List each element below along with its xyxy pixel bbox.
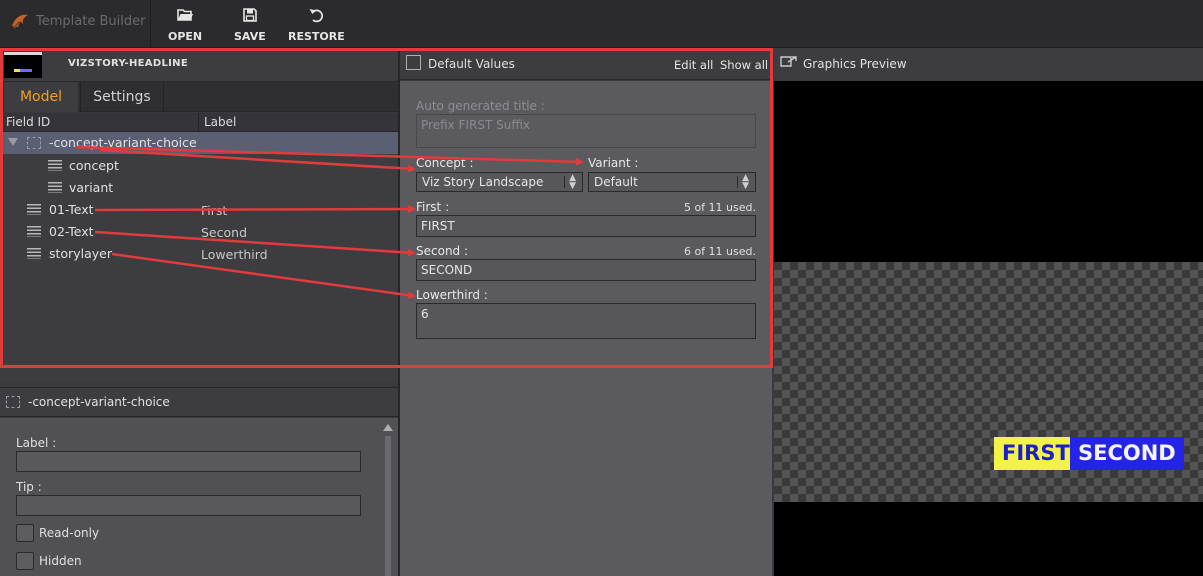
template-thumbnail [4,52,42,78]
readonly-checkbox[interactable] [16,524,34,542]
concept-select[interactable]: Viz Story Landscape ▲ ▼ [416,172,583,192]
properties-scrollbar[interactable] [383,420,393,576]
default-values-header: Default Values Edit all Show all [400,48,772,80]
tree-field-id: -concept-variant-choice [49,135,197,150]
tree-field-id: storylayer [49,246,112,261]
properties-panel: Label : Tip : Read-only Hidden [0,418,398,576]
second-char-count: 6 of 11 used. [683,245,756,258]
tab-model[interactable]: Model [4,82,78,112]
template-header: VIZSTORY-HEADLINE [0,48,398,82]
vizrt-logo-icon [12,14,28,29]
auto-title-field: Prefix FIRST Suffix [416,114,756,148]
graphics-preview-header: Graphics Preview [774,48,1203,80]
default-values-title: Default Values [428,57,515,71]
show-all-link[interactable]: Show all [720,58,768,72]
first-input[interactable]: FIRST [416,215,756,237]
form-icon [406,55,421,70]
first-label: First : [416,200,450,214]
lowerthird-label: Lowerthird : [416,288,488,302]
edit-all-link[interactable]: Edit all [674,58,713,72]
auto-title-label: Auto generated title : [416,99,545,113]
first-char-count: 5 of 11 used. [683,201,756,214]
restore-button[interactable]: RESTORE [288,6,345,43]
tree-row-concept[interactable]: concept [0,155,398,177]
text-field-icon [48,160,62,171]
label-caption: Label : [16,436,57,450]
tab-settings[interactable]: Settings [80,82,164,112]
variant-label: Variant : [588,156,639,170]
updown-arrows-icon: ▲ ▼ [742,173,749,191]
tree-field-id: 01-Text [49,202,94,217]
second-label: Second : [416,244,469,258]
save-button-label: SAVE [234,30,266,43]
properties-title: -concept-variant-choice [28,395,170,409]
top-toolbar: Template Builder OPEN SAVE RESTORE [0,0,1203,48]
properties-header: -concept-variant-choice [0,387,398,417]
tree-row-02-text[interactable]: 02-Text Second [0,221,398,243]
tree-field-label: Second [201,225,248,240]
text-field-icon [48,182,62,193]
open-button-label: OPEN [168,30,203,43]
tip-input[interactable] [16,495,361,516]
tree-column-headers: Field ID Label [0,113,398,132]
variant-select[interactable]: Default ▲ ▼ [588,172,756,192]
group-folder-icon [6,396,20,408]
select-divider [737,176,738,188]
column-field-id[interactable]: Field ID [6,115,50,129]
hidden-label: Hidden [39,554,82,568]
preview-first-text: FIRST [994,437,1078,470]
restore-button-label: RESTORE [288,30,345,43]
expand-arrow-icon[interactable] [8,138,18,146]
variant-select-value: Default [594,175,638,189]
tree-field-label: Lowerthird [201,247,268,262]
folder-open-icon [177,9,194,21]
scroll-up-icon[interactable] [383,424,393,431]
tree-row-01-text[interactable]: 01-Text First [0,199,398,221]
tree-row-concept-variant-choice[interactable]: -concept-variant-choice [0,132,398,154]
scrollbar-track[interactable] [385,436,391,576]
tip-caption: Tip : [16,480,42,494]
tree-row-storylayer[interactable]: storylayer Lowerthird [0,243,398,265]
graphics-preview-title: Graphics Preview [803,57,907,71]
updown-arrows-icon: ▲ ▼ [569,173,576,191]
field-tree: -concept-variant-choice concept variant … [0,132,398,382]
text-field-icon [27,226,41,237]
label-input[interactable] [16,451,361,472]
text-field-icon [27,204,41,215]
toolbar-divider [150,0,151,48]
save-disk-icon [243,8,257,22]
preview-second-text: SECOND [1070,437,1184,470]
open-button[interactable]: OPEN [168,6,202,43]
concept-select-value: Viz Story Landscape [422,175,544,189]
save-button[interactable]: SAVE [234,6,266,43]
column-divider[interactable] [198,113,199,132]
tree-field-id: concept [69,158,119,173]
concept-label: Concept : [416,156,474,170]
tree-field-id: variant [69,180,114,195]
graphics-preview-canvas[interactable]: FIRST SECOND [774,81,1203,576]
restore-undo-icon [309,9,324,23]
model-tabs: Model Settings [0,82,398,112]
hidden-checkbox[interactable] [16,552,34,570]
tree-field-label: First [201,203,228,218]
second-input[interactable]: SECOND [416,259,756,281]
app-title: Template Builder [10,12,145,30]
app-title-text: Template Builder [36,13,146,29]
column-label[interactable]: Label [204,115,236,129]
template-name: VIZSTORY-HEADLINE [68,58,188,69]
default-values-form: Auto generated title : Prefix FIRST Suff… [400,81,772,576]
text-field-icon [27,248,41,259]
tree-field-id: 02-Text [49,224,94,239]
group-folder-icon [27,137,41,149]
tree-row-variant[interactable]: variant [0,177,398,199]
preview-monitor-icon [780,56,797,67]
lowerthird-input[interactable]: 6 [416,303,756,339]
readonly-label: Read-only [39,526,100,540]
select-divider [564,176,565,188]
